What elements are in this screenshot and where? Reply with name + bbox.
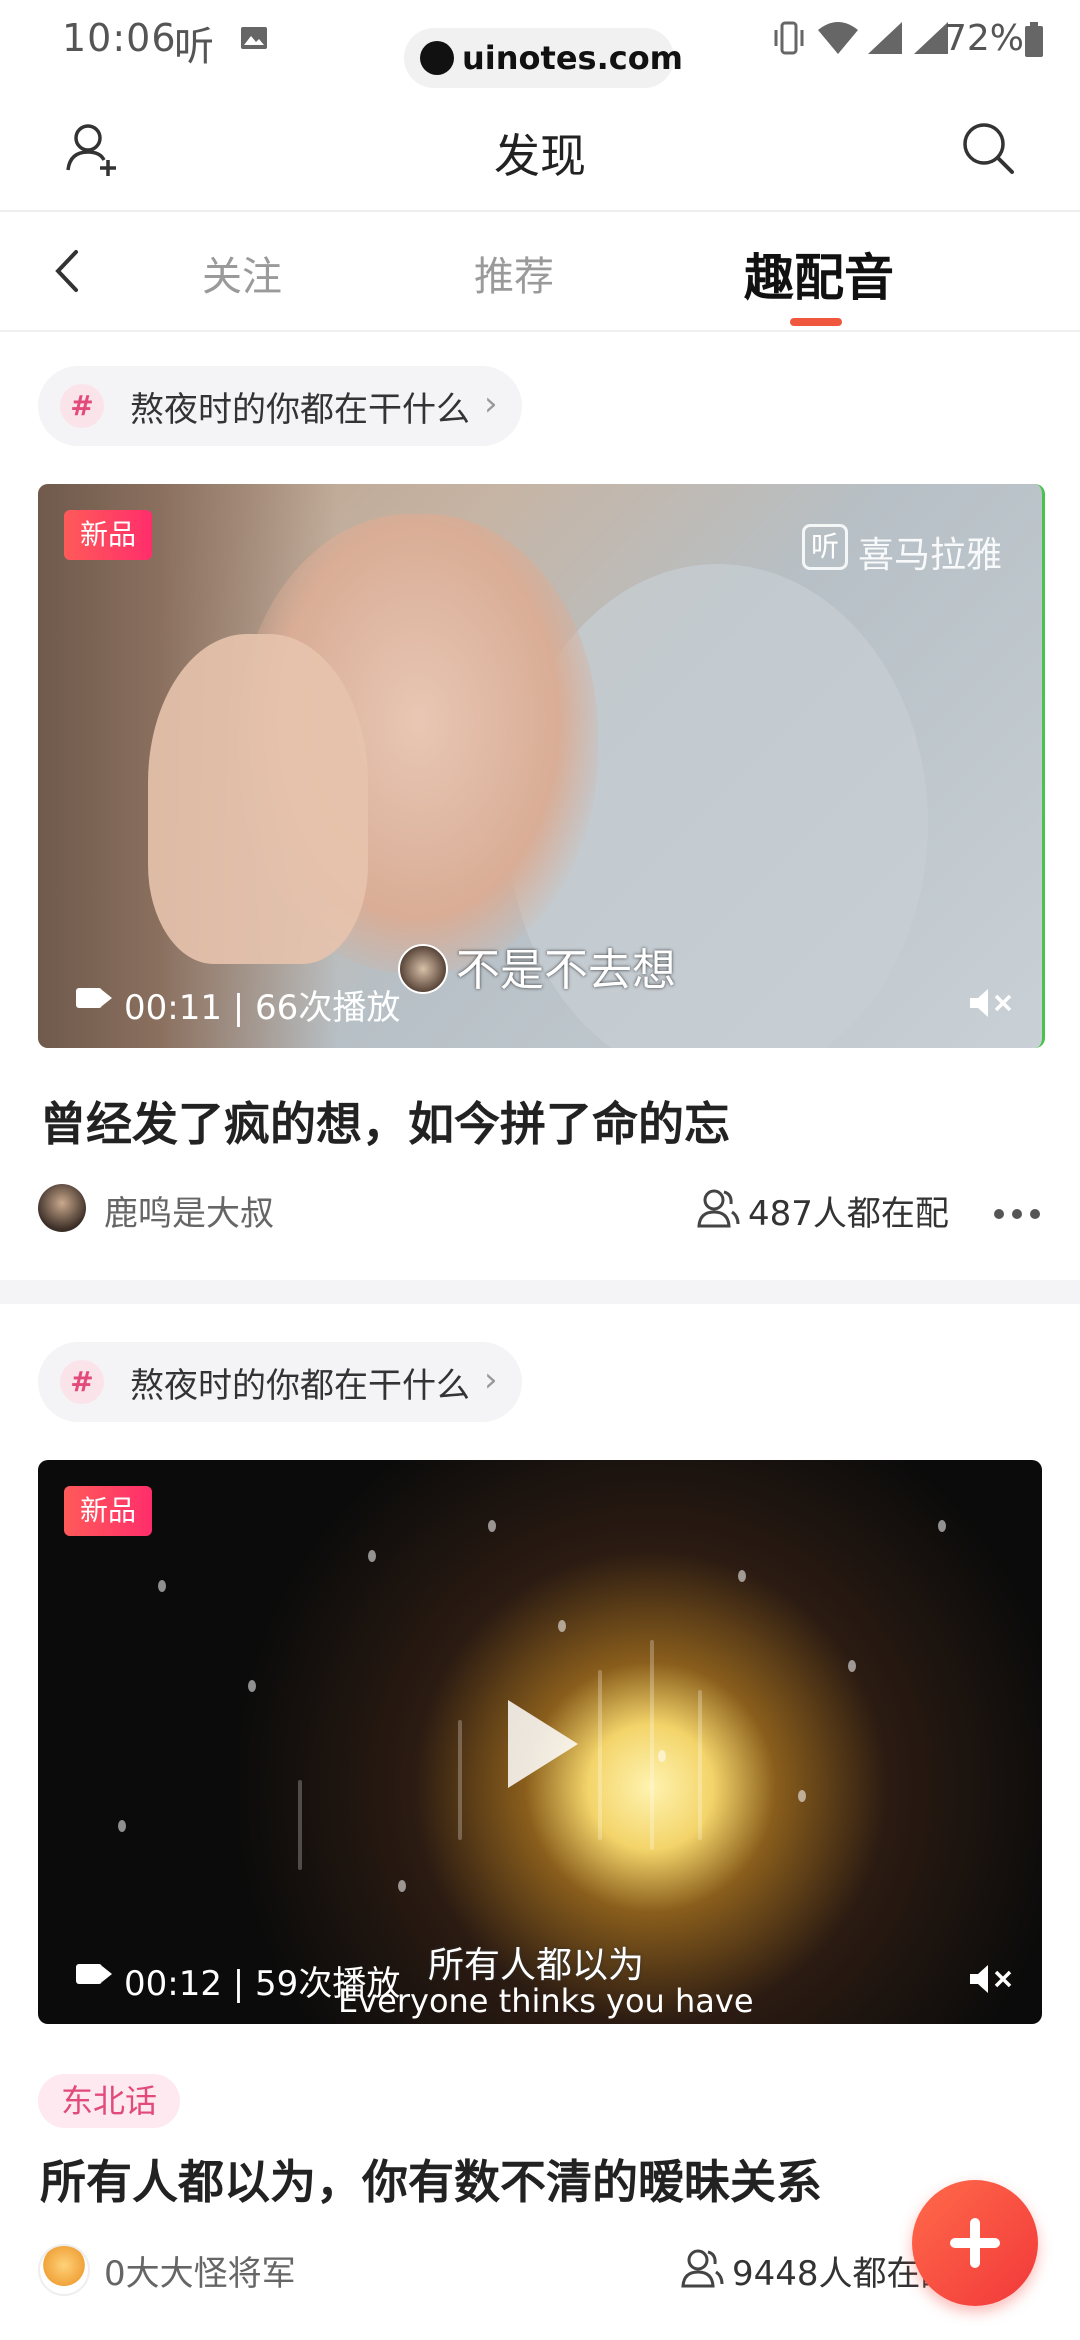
watermark-text: 喜马拉雅 xyxy=(858,535,1003,576)
topic-chip[interactable]: # 熬夜时的你都在干什么 › xyxy=(38,1342,522,1422)
battery-icon xyxy=(1025,22,1043,57)
video-subtitle: 不是不去想 xyxy=(456,945,676,996)
video-subtitle: 所有人都以为 xyxy=(428,1945,645,1986)
back-arrow-icon[interactable] xyxy=(50,246,86,296)
video-player[interactable]: 新品 听 喜马拉雅 不是不去想 00:11 | 66次播放 xyxy=(38,484,1045,1048)
people-icon xyxy=(681,2249,724,2288)
author-avatar[interactable] xyxy=(38,2244,90,2296)
hashtag-icon: # xyxy=(60,384,104,428)
author-row: 鹿鸣是大叔 487人都在配 xyxy=(0,1180,1080,1240)
status-time: 10:06 xyxy=(62,16,177,60)
topic-chip[interactable]: # 熬夜时的你都在干什么 › xyxy=(38,366,522,446)
card-separator xyxy=(0,1280,1080,1304)
vibrate-icon xyxy=(774,21,804,55)
video-camera-icon xyxy=(76,988,102,1008)
hashtag-icon: # xyxy=(60,1360,104,1404)
page-title: 发现 xyxy=(494,129,586,183)
tab-recommended[interactable]: 推荐 xyxy=(474,244,554,302)
feed-card: # 熬夜时的你都在干什么 › 新品 听 喜马拉雅 不是不去想 00:11 | 6… xyxy=(0,330,1080,1280)
new-badge: 新品 xyxy=(64,510,152,560)
duration-plays: 00:11 | 66次播放 xyxy=(124,988,401,1028)
chevron-right-icon: › xyxy=(484,1360,498,1400)
create-dub-button[interactable] xyxy=(912,2180,1038,2306)
image-notification-icon xyxy=(241,27,267,49)
category-tabs: 关注 推荐 趣配音 xyxy=(0,212,1080,332)
more-options-icon[interactable] xyxy=(994,1204,1048,1223)
uinotes-logo-icon xyxy=(420,41,454,75)
tab-following[interactable]: 关注 xyxy=(202,244,282,302)
tab-fun-dubbing[interactable]: 趣配音 xyxy=(744,238,894,310)
search-icon[interactable] xyxy=(958,118,1018,178)
topic-label: 熬夜时的你都在干什么 xyxy=(130,390,470,430)
duration-plays: 00:12 | 59次播放 xyxy=(124,1964,401,2004)
video-player[interactable]: 新品 所有人都以为 Everyone thinks you have 00:12… xyxy=(38,1460,1042,2024)
author-name[interactable]: 0大大怪将军 xyxy=(104,2246,296,2295)
ximalaya-watermark: 听 喜马拉雅 xyxy=(802,524,1002,576)
mute-icon[interactable] xyxy=(968,986,1018,1020)
feed-card: # 熬夜时的你都在干什么 › 新品 所有人都以为 Everyone thinks… xyxy=(0,1304,1080,2340)
topic-label: 熬夜时的你都在干什么 xyxy=(130,1366,470,1406)
cell-signal-icon xyxy=(868,22,902,54)
ximalaya-logo-icon: 听 xyxy=(802,524,848,570)
mute-icon[interactable] xyxy=(968,1962,1018,1996)
author-avatar[interactable] xyxy=(38,1184,86,1232)
dub-count[interactable]: 487人都在配 xyxy=(748,1186,949,1235)
people-icon xyxy=(697,1189,740,1228)
battery-percent: 72% xyxy=(944,18,1025,59)
url-text: uinotes.com xyxy=(462,39,684,77)
active-tab-indicator xyxy=(790,318,842,326)
ximalaya-notification-icon: 听 xyxy=(174,24,214,70)
video-camera-icon xyxy=(76,1964,102,1984)
url-watermark: uinotes.com xyxy=(404,28,683,88)
status-bar: 10:06 听 uinotes.com 72% xyxy=(0,0,1080,88)
play-icon[interactable] xyxy=(508,1700,578,1788)
dubber-avatar xyxy=(398,944,448,994)
author-name[interactable]: 鹿鸣是大叔 xyxy=(104,1186,274,1235)
dialect-tag[interactable]: 东北话 xyxy=(38,2074,180,2128)
wifi-icon xyxy=(818,22,858,54)
chevron-right-icon: › xyxy=(484,384,498,424)
card-title[interactable]: 所有人都以为，你有数不清的暧昧关系 xyxy=(40,2146,822,2212)
top-navigation-bar: 发现 xyxy=(0,96,1080,212)
new-badge: 新品 xyxy=(64,1486,152,1536)
card-title[interactable]: 曾经发了疯的想，如今拼了命的忘 xyxy=(40,1088,730,1154)
